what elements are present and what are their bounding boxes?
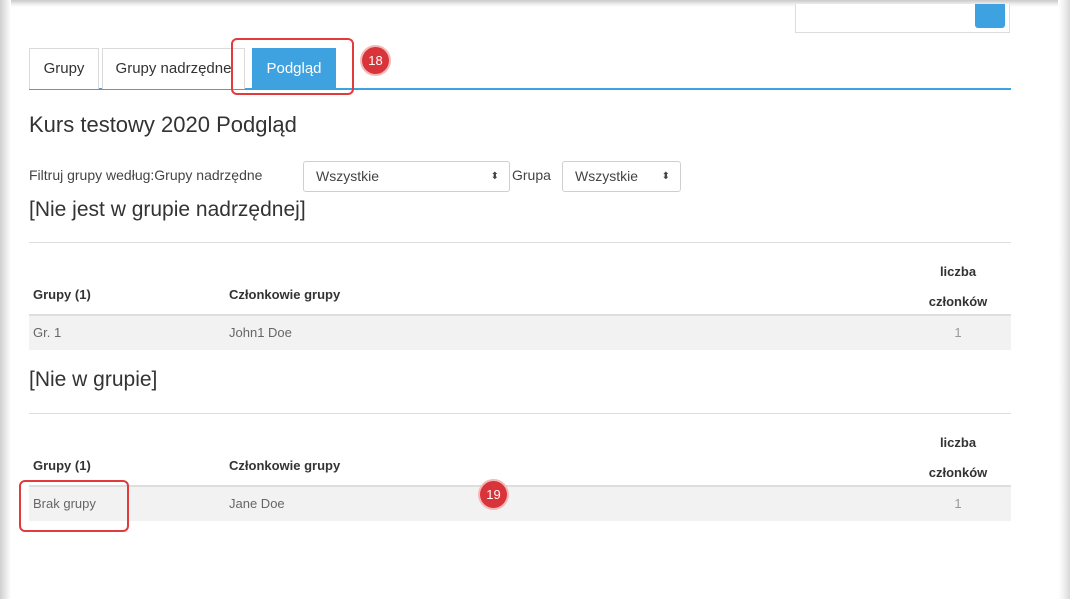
cell-group: Brak grupy — [33, 496, 96, 511]
select-arrows-icon: ⬍ — [661, 171, 670, 182]
search-box[interactable] — [795, 4, 1010, 33]
groups-table-no-group: Grupy (1) Członkowie grupy liczba członk… — [29, 413, 1011, 521]
header-members: Członkowie grupy — [229, 287, 341, 302]
group-select[interactable]: Wszystkie ⬍ — [562, 161, 681, 192]
table-header: Grupy (1) Członkowie grupy liczba członk… — [29, 414, 1011, 487]
step-badge-19: 19 — [480, 481, 507, 508]
select-arrows-icon: ⬍ — [490, 171, 499, 182]
cell-count: 1 — [954, 325, 962, 340]
parent-group-select[interactable]: Wszystkie ⬍ — [303, 161, 510, 192]
header-count-line2: członków — [928, 465, 988, 480]
group-filter-label: Grupa — [512, 167, 551, 183]
cell-count: 1 — [954, 496, 962, 511]
section-title-no-parent: [Nie jest w grupie nadrzędnej] — [29, 198, 306, 221]
step-badge-18: 18 — [362, 47, 389, 74]
cell-group: Gr. 1 — [33, 325, 62, 340]
screenshot-frame-right — [1058, 0, 1070, 599]
header-groups: Grupy (1) — [33, 458, 91, 473]
filter-label: Filtruj grupy według:Grupy nadrzędne — [29, 167, 263, 183]
tab-podglad[interactable]: Podgląd — [252, 48, 336, 89]
search-button[interactable] — [975, 4, 1005, 28]
table-row: Gr. 1 John1 Doe 1 — [29, 316, 1011, 350]
header-member-count: liczba członków — [923, 257, 993, 317]
table-row: Brak grupy Jane Doe 1 — [29, 487, 1011, 521]
header-count-line1: liczba — [939, 435, 977, 450]
header-members: Członkowie grupy — [229, 458, 341, 473]
table-header: Grupy (1) Członkowie grupy liczba członk… — [29, 243, 1011, 316]
cell-members: Jane Doe — [229, 496, 285, 511]
groups-table-no-parent: Grupy (1) Członkowie grupy liczba członk… — [29, 242, 1011, 350]
tab-grupy[interactable]: Grupy — [29, 48, 99, 89]
tab-grupy-nadrzedne[interactable]: Grupy nadrzędne — [102, 48, 245, 89]
header-member-count: liczba członków — [923, 428, 993, 488]
header-count-line1: liczba — [939, 264, 977, 279]
header-groups: Grupy (1) — [33, 287, 91, 302]
tab-bar: Grupy Grupy nadrzędne Podgląd — [29, 48, 1011, 90]
cell-members: John1 Doe — [229, 325, 292, 340]
header-count-line2: członków — [928, 294, 988, 309]
parent-group-select-value: Wszystkie — [316, 168, 379, 184]
screenshot-frame-left — [0, 0, 11, 599]
group-select-value: Wszystkie — [575, 168, 638, 184]
page-title: Kurs testowy 2020 Podgląd — [29, 112, 297, 137]
section-title-no-group: [Nie w grupie] — [29, 368, 158, 391]
